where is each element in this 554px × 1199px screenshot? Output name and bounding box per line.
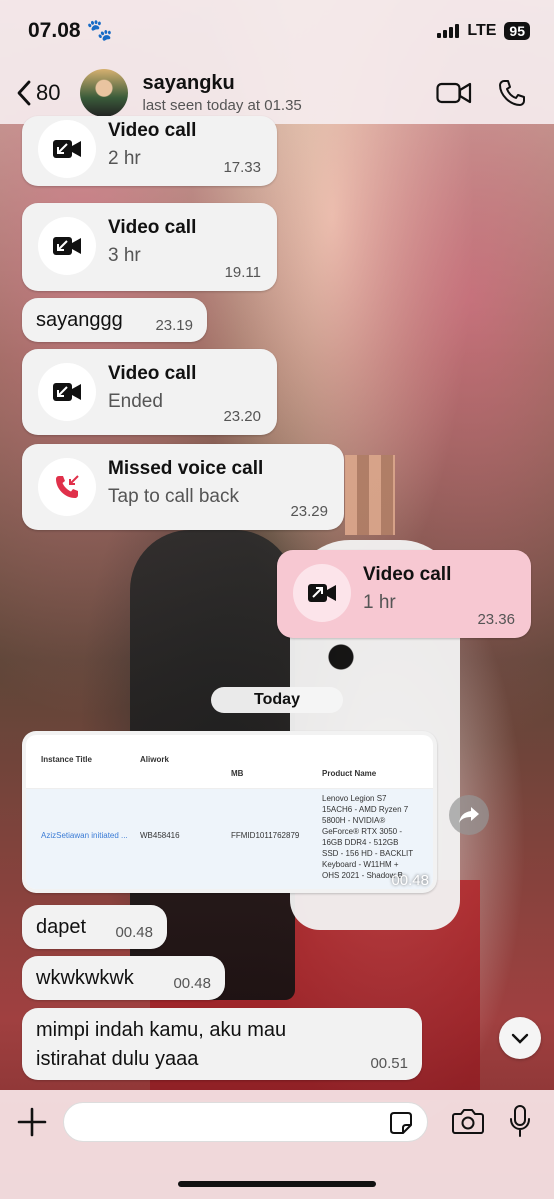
call-bubble[interactable]: Video call 3 hr 19.11 [22, 203, 277, 291]
incoming-video-icon [53, 140, 81, 158]
message-time: 00.48 [173, 975, 211, 992]
call-duration: 3 hr [108, 245, 141, 266]
table-header-cell: MB [231, 769, 244, 778]
call-duration: 1 hr [363, 592, 396, 613]
table-cell: AzizSetiawan initiated ... [41, 831, 128, 840]
network-label: LTE [467, 22, 497, 39]
text-bubble[interactable]: dapet 00.48 [22, 905, 167, 949]
avatar[interactable] [80, 69, 129, 117]
text-bubble[interactable]: mimpi indah kamu, aku mau istirahat dulu… [22, 1008, 422, 1080]
plus-icon[interactable] [16, 1106, 48, 1138]
incoming-video-icon [53, 237, 81, 255]
message-time: 23.36 [477, 611, 515, 628]
call-bubble[interactable]: Video call Ended 23.20 [22, 349, 277, 435]
call-icon-wrap [38, 120, 96, 178]
table-header-cell: Aliwork [140, 755, 169, 764]
chat-area[interactable]: Video call 2 hr 17.33 Video call 3 hr 19… [0, 116, 554, 1090]
table-cell: FFMID1011762879 [231, 831, 300, 840]
microphone-icon[interactable] [508, 1104, 532, 1138]
table-header-cell: Instance Title [41, 755, 92, 764]
call-title: Video call [108, 120, 197, 141]
forward-icon [459, 807, 479, 823]
table-cell: WB458416 [140, 831, 180, 840]
call-duration: 2 hr [108, 148, 141, 169]
clock: 07.08 [28, 19, 81, 42]
table-header-cell: Product Name [322, 769, 377, 778]
call-icon-wrap [38, 217, 96, 275]
contact-name: sayangku [142, 72, 235, 94]
contact-info[interactable]: sayangku last seen today at 01.35 [142, 72, 436, 114]
chat-header: 80 sayangku last seen today at 01.35 [0, 62, 554, 124]
home-indicator [178, 1181, 376, 1187]
screenshot-table-row: AzizSetiawan initiated ... WB458416 FFMI… [26, 789, 433, 889]
paw-icon: 🐾 [86, 19, 113, 42]
last-seen: last seen today at 01.35 [142, 97, 302, 114]
status-time: 07.08 🐾 [28, 19, 113, 43]
call-status: Ended [108, 391, 163, 412]
call-icon-wrap [293, 564, 351, 622]
header-actions [436, 79, 526, 107]
table-cell: Lenovo Legion S7 15ACH6 - AMD Ryzen 7 58… [322, 794, 413, 880]
screenshot-image: Instance Title Aliwork MB Product Name A… [26, 735, 433, 889]
message-time: 00.48 [391, 872, 429, 889]
message-time: 00.51 [370, 1055, 408, 1072]
message-time: 23.19 [155, 317, 193, 334]
screenshot-table-header: Instance Title Aliwork MB Product Name [26, 735, 433, 789]
missed-call-icon [56, 475, 79, 498]
call-title: Video call [108, 363, 197, 384]
incoming-video-icon [53, 383, 81, 401]
outgoing-call-bubble[interactable]: Video call 1 hr 23.36 [277, 550, 531, 638]
call-bubble[interactable]: Video call 2 hr 17.33 [22, 116, 277, 186]
chevron-left-icon [17, 80, 31, 106]
message-time: 00.48 [115, 924, 153, 941]
message-input-bar [0, 1090, 554, 1199]
status-right: LTE 95 [437, 22, 530, 40]
forward-button[interactable] [449, 795, 489, 835]
video-call-icon[interactable] [436, 79, 472, 107]
call-back-hint: Tap to call back [108, 486, 239, 507]
message-time: 19.11 [224, 264, 261, 281]
status-bar: 07.08 🐾 LTE 95 [0, 0, 554, 62]
call-title: Missed voice call [108, 458, 264, 479]
missed-call-bubble[interactable]: Missed voice call Tap to call back 23.29 [22, 444, 344, 530]
sticker-icon[interactable] [389, 1111, 413, 1135]
outgoing-video-icon [308, 584, 336, 602]
image-message[interactable]: Instance Title Aliwork MB Product Name A… [22, 731, 437, 893]
back-button[interactable]: 80 [16, 80, 60, 106]
message-time: 17.33 [223, 159, 261, 176]
call-icon-wrap [38, 458, 96, 516]
scroll-to-bottom-button[interactable] [499, 1017, 541, 1059]
text-bubble[interactable]: wkwkwkwk 00.48 [22, 956, 225, 1000]
battery-icon: 95 [504, 22, 530, 40]
message-time: 23.20 [223, 408, 261, 425]
text-bubble[interactable]: sayanggg 23.19 [22, 298, 207, 342]
camera-icon[interactable] [452, 1107, 484, 1135]
date-divider: Today [211, 687, 343, 713]
phone-call-icon[interactable] [498, 79, 526, 107]
message-input[interactable] [63, 1102, 428, 1142]
call-icon-wrap [38, 363, 96, 421]
message-time: 23.29 [290, 503, 328, 520]
chevron-down-icon [511, 1033, 529, 1044]
message-text: mimpi indah kamu, aku mau istirahat dulu… [36, 1019, 287, 1070]
call-title: Video call [363, 564, 452, 585]
call-title: Video call [108, 217, 197, 238]
signal-icon [437, 24, 460, 38]
unread-count: 80 [36, 80, 61, 105]
